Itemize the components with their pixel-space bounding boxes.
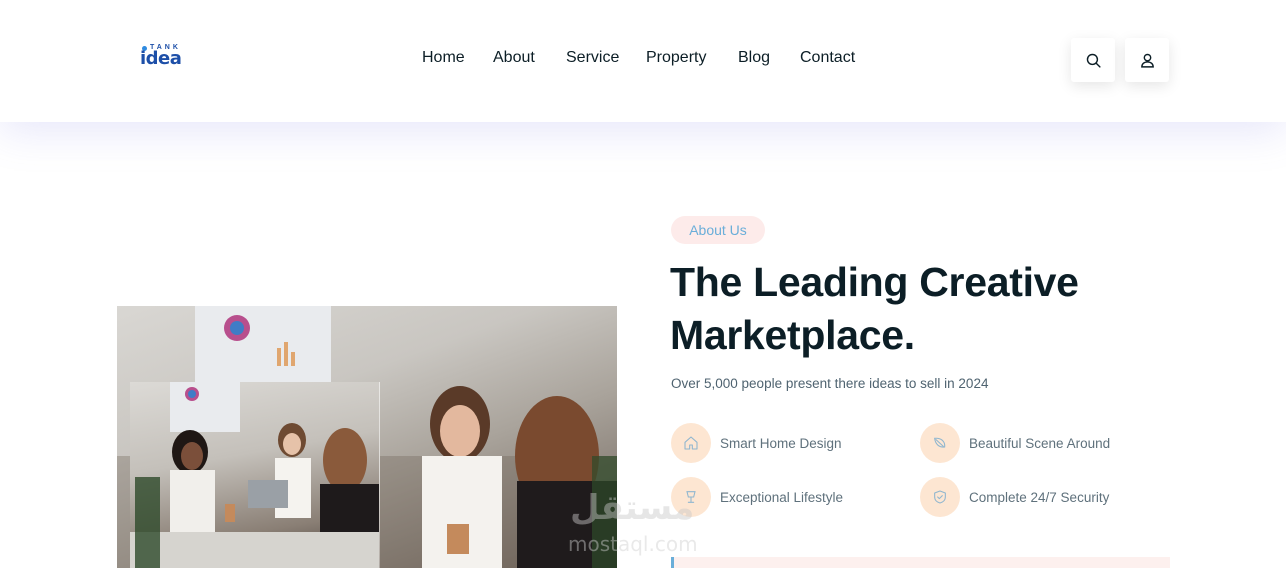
site-header: TANK idea Home About Service Property Bl… <box>0 0 1286 122</box>
nav-home[interactable]: Home <box>422 49 465 67</box>
team-photo-overlay <box>130 382 380 568</box>
leaf-icon <box>934 437 946 448</box>
feature-exceptional-lifestyle: Exceptional Lifestyle <box>671 477 843 517</box>
account-button[interactable] <box>1125 38 1169 82</box>
shield-icon <box>934 490 946 504</box>
feature-label: Smart Home Design <box>720 435 842 451</box>
feature-icon-circle <box>671 423 711 463</box>
headline-line-2: Marketplace. <box>670 312 915 358</box>
page-headline: The Leading Creative Marketplace. <box>670 256 1190 362</box>
feature-label: Beautiful Scene Around <box>969 435 1111 451</box>
feature-icon-circle <box>920 477 960 517</box>
feature-security: Complete 24/7 Security <box>920 477 1109 517</box>
home-icon <box>684 436 698 450</box>
user-icon <box>1140 53 1154 68</box>
about-us-tag: About Us <box>671 216 765 244</box>
feature-beautiful-scene: Beautiful Scene Around <box>920 423 1110 463</box>
feature-icon-circle <box>671 477 711 517</box>
nav-property[interactable]: Property <box>646 49 706 67</box>
bottom-bar-accent <box>671 557 674 568</box>
search-button[interactable] <box>1071 38 1115 82</box>
nav-about[interactable]: About <box>493 49 535 67</box>
nav-blog[interactable]: Blog <box>738 49 770 67</box>
cup-icon <box>686 491 696 503</box>
nav-contact[interactable]: Contact <box>800 49 855 67</box>
headline-line-1: The Leading Creative <box>670 259 1079 305</box>
feature-smart-home: Smart Home Design <box>671 423 842 463</box>
about-subtext: Over 5,000 people present there ideas to… <box>671 376 989 391</box>
search-icon <box>1086 53 1101 68</box>
nav-service[interactable]: Service <box>566 49 619 67</box>
feature-icon-circle <box>920 423 960 463</box>
team-photo-overlay-illustration <box>130 382 379 568</box>
feature-label: Exceptional Lifestyle <box>720 489 844 505</box>
bottom-bar <box>671 557 1170 568</box>
feature-label: Complete 24/7 Security <box>969 489 1110 505</box>
